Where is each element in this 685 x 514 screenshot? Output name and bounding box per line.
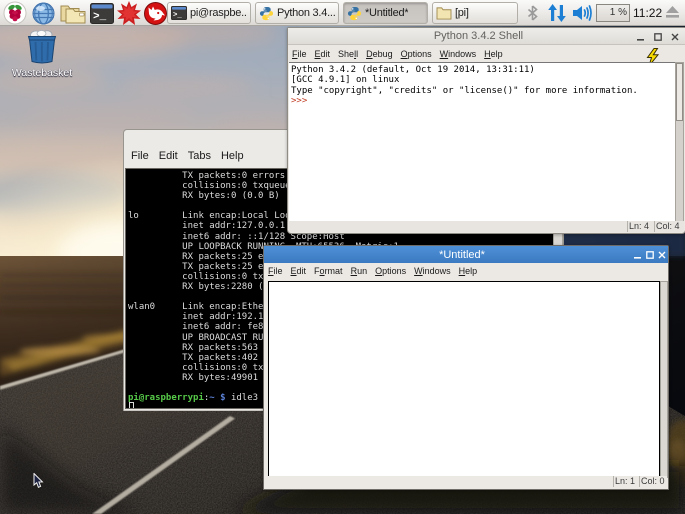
svg-text:>_: >_ xyxy=(93,11,107,23)
svg-text:>_: >_ xyxy=(173,12,182,20)
